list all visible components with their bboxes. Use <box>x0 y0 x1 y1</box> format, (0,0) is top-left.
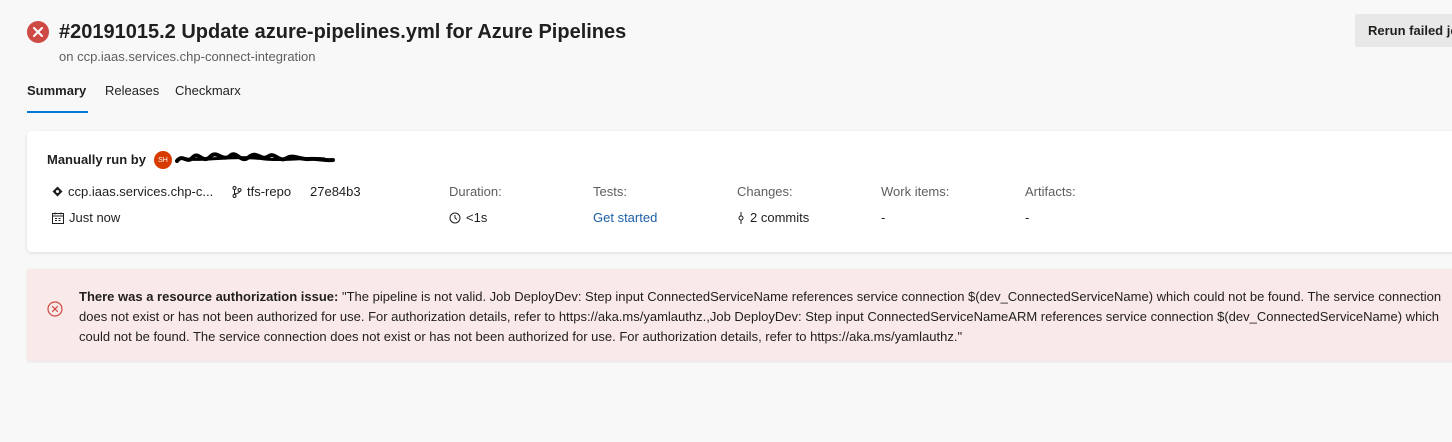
changes-value[interactable]: 2 commits <box>737 210 809 225</box>
duration-label: Duration: <box>449 184 502 199</box>
repo-info[interactable]: ccp.iaas.services.chp-c... <box>52 184 213 199</box>
tests-label-text: Tests: <box>593 184 627 199</box>
tab-releases[interactable]: Releases <box>105 82 159 114</box>
changes-label: Changes: <box>737 184 793 199</box>
active-tab-indicator <box>27 111 88 113</box>
work-items-label: Work items: <box>881 184 949 199</box>
duration-value: <1s <box>449 210 487 225</box>
commits-count[interactable]: 2 commits <box>750 210 809 225</box>
commit-id[interactable]: 27e84b3 <box>310 184 361 199</box>
run-time: Just now <box>52 210 120 225</box>
branch-name[interactable]: tfs-repo <box>247 184 291 199</box>
tests-label: Tests: <box>593 184 627 199</box>
work-items-value: - <box>881 210 885 225</box>
tab-checkmarx[interactable]: Checkmarx <box>175 82 241 114</box>
pipeline-subtitle: on ccp.iaas.services.chp-connect-integra… <box>59 49 316 64</box>
run-time-text: Just now <box>69 210 121 225</box>
artifacts-value-text: - <box>1025 210 1030 225</box>
page-title: #20191015.2 Update azure-pipelines.yml f… <box>59 21 627 43</box>
artifacts-label: Artifacts: <box>1025 184 1076 199</box>
failed-status-icon <box>27 21 49 43</box>
tests-value[interactable]: Get started <box>593 210 657 225</box>
work-items-value-text: - <box>881 210 886 225</box>
clock-icon <box>449 212 461 224</box>
error-heading: There was a resource authorization issue… <box>79 289 339 304</box>
duration-label-text: Duration: <box>449 184 502 199</box>
changes-label-text: Changes: <box>737 184 793 199</box>
commit-icon <box>737 211 745 224</box>
duration-value-text: <1s <box>466 210 488 225</box>
run-summary-card: Manually run by SH ccp.iaas.services.chp… <box>27 131 1452 252</box>
commit-hash[interactable]: 27e84b3 <box>310 184 361 199</box>
error-message: There was a resource authorization issue… <box>79 287 1452 347</box>
repo-name[interactable]: ccp.iaas.services.chp-c... <box>68 184 213 199</box>
branch-info[interactable]: tfs-repo <box>232 184 291 199</box>
calendar-icon <box>52 212 64 224</box>
work-items-label-text: Work items: <box>881 184 950 199</box>
redacted-username <box>175 152 335 163</box>
repo-icon <box>52 186 63 197</box>
error-banner: There was a resource authorization issue… <box>27 269 1452 361</box>
tab-summary[interactable]: Summary <box>27 82 86 114</box>
error-circle-icon <box>47 301 63 317</box>
run-by-label: Manually run by <box>47 152 146 167</box>
artifacts-value: - <box>1025 210 1029 225</box>
get-started-link[interactable]: Get started <box>593 210 657 225</box>
branch-icon <box>232 185 242 198</box>
artifacts-label-text: Artifacts: <box>1025 184 1076 199</box>
rerun-failed-jobs-button[interactable]: Rerun failed jobs <box>1355 14 1452 47</box>
avatar[interactable]: SH <box>154 151 172 169</box>
